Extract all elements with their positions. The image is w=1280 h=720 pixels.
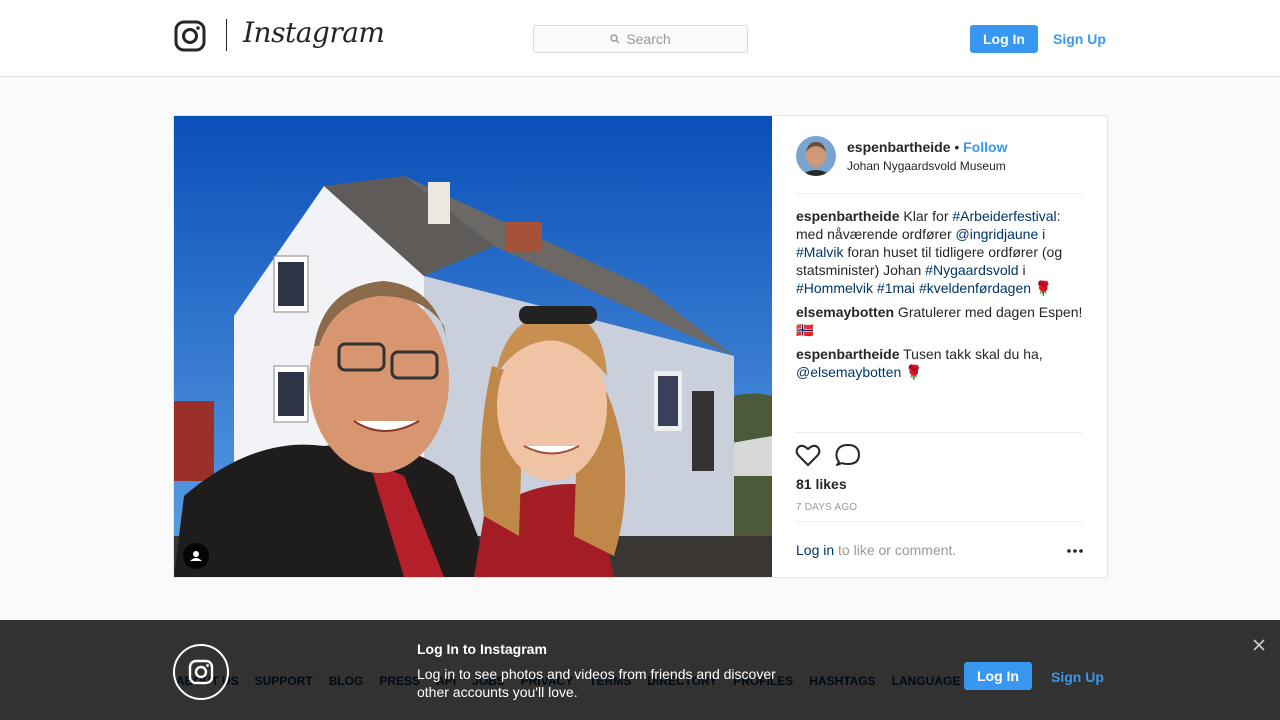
login-prompt: Log in to like or comment.: [796, 542, 956, 558]
more-options-icon[interactable]: [1066, 548, 1084, 554]
comment: espenbartheide Klar for #Arbeiderfestiva…: [796, 207, 1086, 297]
tagged-people-icon[interactable]: [182, 543, 210, 569]
comment-username[interactable]: espenbartheide: [796, 346, 899, 362]
banner-logo: [173, 644, 229, 700]
post-card: espenbartheide • Follow Johan Nygaardsvo…: [173, 115, 1108, 578]
comment-text: Tusen takk skal du ha,: [899, 346, 1043, 362]
post-photo[interactable]: [174, 116, 772, 577]
like-count[interactable]: 81 likes: [796, 476, 847, 492]
instagram-wordmark[interactable]: Instagram: [243, 16, 385, 49]
comment-link[interactable]: #Nygaardsvold: [925, 262, 1018, 278]
divider: [796, 432, 1083, 433]
comment: espenbartheide Tusen takk skal du ha, @e…: [796, 345, 1086, 381]
search-placeholder: Search: [626, 31, 671, 47]
comment-text: i: [1038, 226, 1046, 242]
comment-link[interactable]: #Malvik: [796, 244, 843, 260]
comment-list: espenbartheide Klar for #Arbeiderfestiva…: [796, 207, 1086, 387]
follow-button[interactable]: Follow: [963, 139, 1007, 155]
logo-divider: [226, 19, 227, 51]
login-link[interactable]: Log in: [796, 542, 834, 558]
post-username: espenbartheide • Follow: [847, 139, 1008, 155]
banner-login-button[interactable]: Log In: [964, 662, 1032, 690]
comment-link[interactable]: #Hommelvik: [796, 280, 873, 296]
login-button[interactable]: Log In: [970, 25, 1038, 53]
banner-signup-link[interactable]: Sign Up: [1051, 669, 1104, 685]
signup-link[interactable]: Sign Up: [1053, 31, 1106, 47]
post-sidebar: espenbartheide • Follow Johan Nygaardsvo…: [772, 116, 1107, 577]
comment-link[interactable]: #kveldenførdagen: [919, 280, 1031, 296]
comment-text: Klar for: [899, 208, 953, 224]
login-banner: Log In to Instagram Log in to see photos…: [0, 620, 1280, 720]
comment-text: 🌹: [901, 364, 923, 380]
instagram-camera-icon: [188, 659, 214, 685]
search-input[interactable]: Search: [533, 25, 748, 53]
top-nav: Instagram Search Log In Sign Up: [0, 0, 1280, 77]
comment-link[interactable]: @elsemaybotten: [796, 364, 901, 380]
comment: elsemaybotten Gratulerer med dagen Espen…: [796, 303, 1086, 339]
comment-icon[interactable]: [834, 442, 862, 468]
comment-link[interactable]: #1mai: [877, 280, 915, 296]
comment-link[interactable]: #Arbeiderfestival: [952, 208, 1056, 224]
post-timestamp[interactable]: 7 DAYS AGO: [796, 502, 857, 513]
heart-icon[interactable]: [794, 442, 822, 468]
location-link[interactable]: Johan Nygaardsvold Museum: [847, 159, 1006, 173]
login-prompt-text: to like or comment.: [834, 542, 957, 558]
banner-title: Log In to Instagram: [417, 641, 547, 657]
username-link[interactable]: espenbartheide: [847, 139, 950, 155]
separator-dot: •: [954, 139, 960, 155]
close-icon[interactable]: [1252, 638, 1266, 652]
divider: [796, 521, 1083, 522]
avatar[interactable]: [796, 136, 836, 176]
search-icon: [610, 34, 620, 44]
comment-username[interactable]: elsemaybotten: [796, 304, 894, 320]
comment-username[interactable]: espenbartheide: [796, 208, 899, 224]
divider: [796, 193, 1083, 194]
instagram-camera-icon[interactable]: [174, 20, 206, 52]
comment-text: 🌹: [1031, 280, 1053, 296]
comment-text: i: [1018, 262, 1026, 278]
comment-link[interactable]: @ingridjaune: [956, 226, 1039, 242]
banner-text: Log in to see photos and videos from fri…: [417, 666, 776, 700]
